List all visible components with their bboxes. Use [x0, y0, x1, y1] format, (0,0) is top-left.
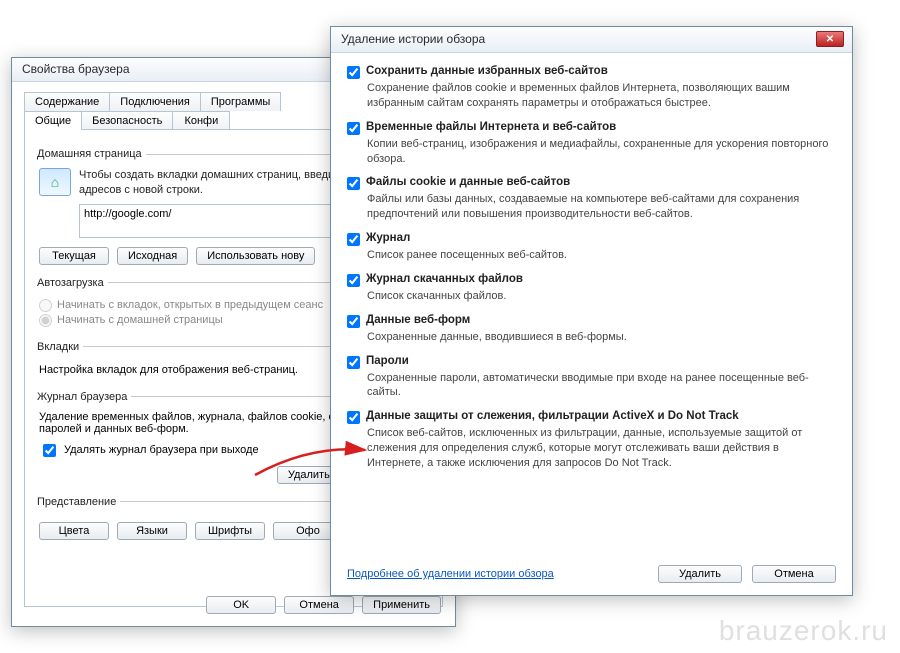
home-page-legend: Домашняя страница	[37, 148, 146, 160]
delete-history-dialog: Удаление истории обзора ✕ Сохранить данн…	[330, 26, 853, 596]
tab-security[interactable]: Безопасность	[81, 111, 173, 130]
colors-button[interactable]: Цвета	[39, 522, 109, 540]
delete-option-desc: Файлы или базы данных, создаваемые на ко…	[367, 192, 836, 222]
ok-button[interactable]: OK	[206, 596, 276, 614]
delete-option-title: Пароли	[366, 355, 409, 367]
use-newtab-button[interactable]: Использовать нову	[196, 247, 315, 265]
delete-option-4: Журнал скачанных файлов Список скачанных …	[347, 273, 836, 304]
delete-option-title: Временные файлы Интернета и веб-сайтов	[366, 121, 616, 133]
dialog-title: Удаление истории обзора	[341, 32, 485, 46]
fonts-button[interactable]: Шрифты	[195, 522, 265, 540]
delete-option-desc: Список веб-сайтов, исключенных из фильтр…	[367, 426, 836, 471]
delete-option-checkbox-3[interactable]	[347, 233, 360, 246]
delete-option-title: Журнал скачанных файлов	[366, 273, 523, 285]
startup-legend: Автозагрузка	[37, 277, 108, 289]
delete-option-checkbox-5[interactable]	[347, 315, 360, 328]
delete-on-exit-input[interactable]	[43, 444, 56, 457]
learn-more-link[interactable]: Подробнее об удалении истории обзора	[347, 568, 554, 580]
delete-option-checkbox-7[interactable]	[347, 411, 360, 424]
use-default-button[interactable]: Исходная	[117, 247, 188, 265]
tabs-description: Настройка вкладок для отображения веб-ст…	[39, 364, 298, 376]
tab-programs[interactable]: Программы	[200, 92, 281, 111]
home-icon: ⌂	[39, 168, 71, 196]
watermark: brauzerok.ru	[719, 615, 888, 647]
delete-option-desc: Сохранение файлов cookie и временных фай…	[367, 81, 836, 111]
delete-option-checkbox-4[interactable]	[347, 274, 360, 287]
delete-option-title: Сохранить данные избранных веб-сайтов	[366, 65, 608, 77]
delete-option-checkbox-0[interactable]	[347, 66, 360, 79]
delete-option-desc: Сохраненные данные, вводившиеся в веб-фо…	[367, 330, 836, 345]
apply-button[interactable]: Применить	[362, 596, 441, 614]
startup-home-radio-input	[39, 314, 52, 327]
languages-button[interactable]: Языки	[117, 522, 187, 540]
dialog-cancel-button[interactable]: Отмена	[752, 565, 836, 583]
delete-option-desc: Список ранее посещенных веб-сайтов.	[367, 248, 836, 263]
close-button[interactable]: ✕	[816, 31, 844, 47]
delete-option-6: Пароли Сохраненные пароли, автоматически …	[347, 355, 836, 401]
delete-option-checkbox-2[interactable]	[347, 177, 360, 190]
delete-option-2: Файлы cookie и данные веб-сайтов Файлы ил…	[347, 176, 836, 222]
tab-content[interactable]: Содержание	[24, 92, 110, 111]
delete-option-1: Временные файлы Интернета и веб-сайтов Ко…	[347, 121, 836, 167]
cancel-button[interactable]: Отмена	[284, 596, 354, 614]
dialog-delete-button[interactable]: Удалить	[658, 565, 742, 583]
delete-option-checkbox-6[interactable]	[347, 356, 360, 369]
delete-option-desc: Список скачанных файлов.	[367, 289, 836, 304]
delete-option-5: Данные веб-форм Сохраненные данные, вводи…	[347, 314, 836, 345]
startup-tabs-radio-input	[39, 299, 52, 312]
delete-option-title: Журнал	[366, 232, 410, 244]
delete-option-3: Журнал Список ранее посещенных веб-сайтов…	[347, 232, 836, 263]
appearance-legend: Представление	[37, 496, 120, 508]
delete-option-7: Данные защиты от слежения, фильтрации Ac…	[347, 410, 836, 471]
delete-option-title: Файлы cookie и данные веб-сайтов	[366, 176, 570, 188]
tab-general[interactable]: Общие	[24, 111, 82, 130]
tab-connections[interactable]: Подключения	[109, 92, 201, 111]
delete-option-desc: Сохраненные пароли, автоматически вводим…	[367, 371, 836, 401]
close-icon: ✕	[826, 34, 834, 45]
delete-option-title: Данные веб-форм	[366, 314, 470, 326]
window-title: Свойства браузера	[22, 62, 130, 76]
tabs-legend: Вкладки	[37, 341, 83, 353]
use-current-button[interactable]: Текущая	[39, 247, 109, 265]
delete-option-0: Сохранить данные избранных веб-сайтов Сох…	[347, 65, 836, 111]
tab-privacy[interactable]: Конфи	[172, 111, 230, 130]
history-legend: Журнал браузера	[37, 391, 131, 403]
delete-history-titlebar[interactable]: Удаление истории обзора ✕	[331, 27, 852, 53]
delete-option-title: Данные защиты от слежения, фильтрации Ac…	[366, 410, 739, 422]
delete-option-checkbox-1[interactable]	[347, 122, 360, 135]
delete-option-desc: Копии веб-страниц, изображения и медиафа…	[367, 137, 836, 167]
